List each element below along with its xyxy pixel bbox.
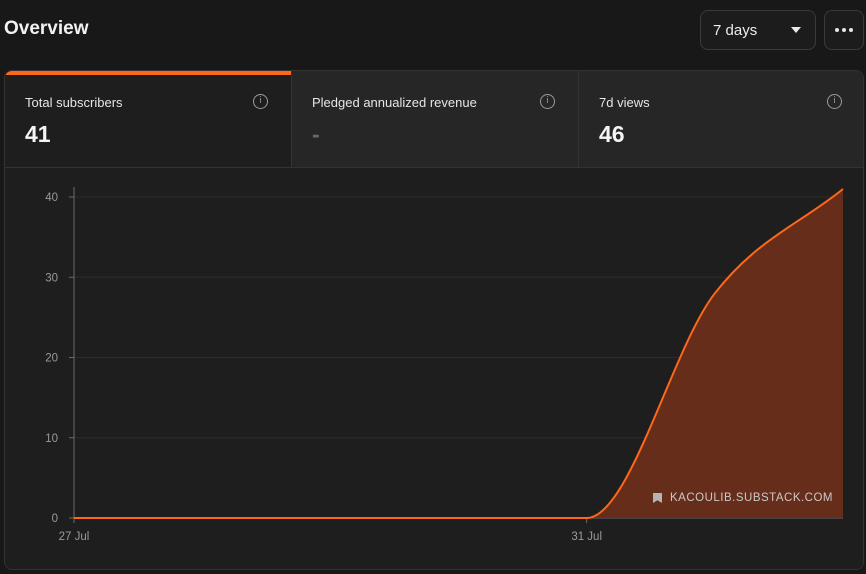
stat-value: 46 xyxy=(599,121,625,147)
subscribers-chart: 0 10 20 30 40 27 Jul 31 Jul KACOULIB.SUBSTACK.… xyxy=(5,168,863,569)
stat-pledged-revenue[interactable]: Pledged annualized revenue i - xyxy=(291,71,578,167)
stat-7d-views[interactable]: 7d views i 46 xyxy=(578,71,863,167)
y-tick-label: 30 xyxy=(45,272,58,284)
stat-label: Pledged annualized revenue xyxy=(312,95,477,110)
stat-total-subscribers[interactable]: Total subscribers i 41 xyxy=(5,71,291,167)
watermark: KACOULIB.SUBSTACK.COM xyxy=(653,492,833,504)
stats-tabs: Total subscribers i 41 Pledged annualize… xyxy=(5,71,863,168)
stat-value: 41 xyxy=(25,121,51,147)
page-title: Overview xyxy=(4,18,89,39)
series-area xyxy=(74,189,843,518)
caret-down-icon xyxy=(791,27,801,33)
chart-svg: 0 10 20 30 40 27 Jul 31 Jul xyxy=(45,187,844,543)
x-tick-label: 27 Jul xyxy=(59,531,90,543)
watermark-label: KACOULIB.SUBSTACK.COM xyxy=(670,492,834,504)
y-tick-label: 0 xyxy=(52,513,58,525)
info-icon[interactable]: i xyxy=(253,94,268,109)
y-tick-label: 20 xyxy=(45,353,58,365)
info-icon[interactable]: i xyxy=(827,94,842,109)
bookmark-icon xyxy=(653,493,662,503)
stat-value: - xyxy=(312,121,320,147)
overview-card: Total subscribers i 41 Pledged annualize… xyxy=(4,70,864,570)
x-tick-label: 31 Jul xyxy=(571,531,602,543)
more-options-button[interactable] xyxy=(824,10,864,50)
overview-page: Overview 7 days Total subscribers i 41 P… xyxy=(0,0,866,574)
date-range-value: 7 days xyxy=(713,21,758,39)
stat-label: Total subscribers xyxy=(25,95,123,110)
date-range-select[interactable]: 7 days xyxy=(700,10,816,50)
stat-label: 7d views xyxy=(599,95,650,110)
y-tick-label: 10 xyxy=(45,433,58,445)
info-icon[interactable]: i xyxy=(540,94,555,109)
more-icon xyxy=(835,28,853,32)
y-tick-label: 40 xyxy=(45,192,58,204)
